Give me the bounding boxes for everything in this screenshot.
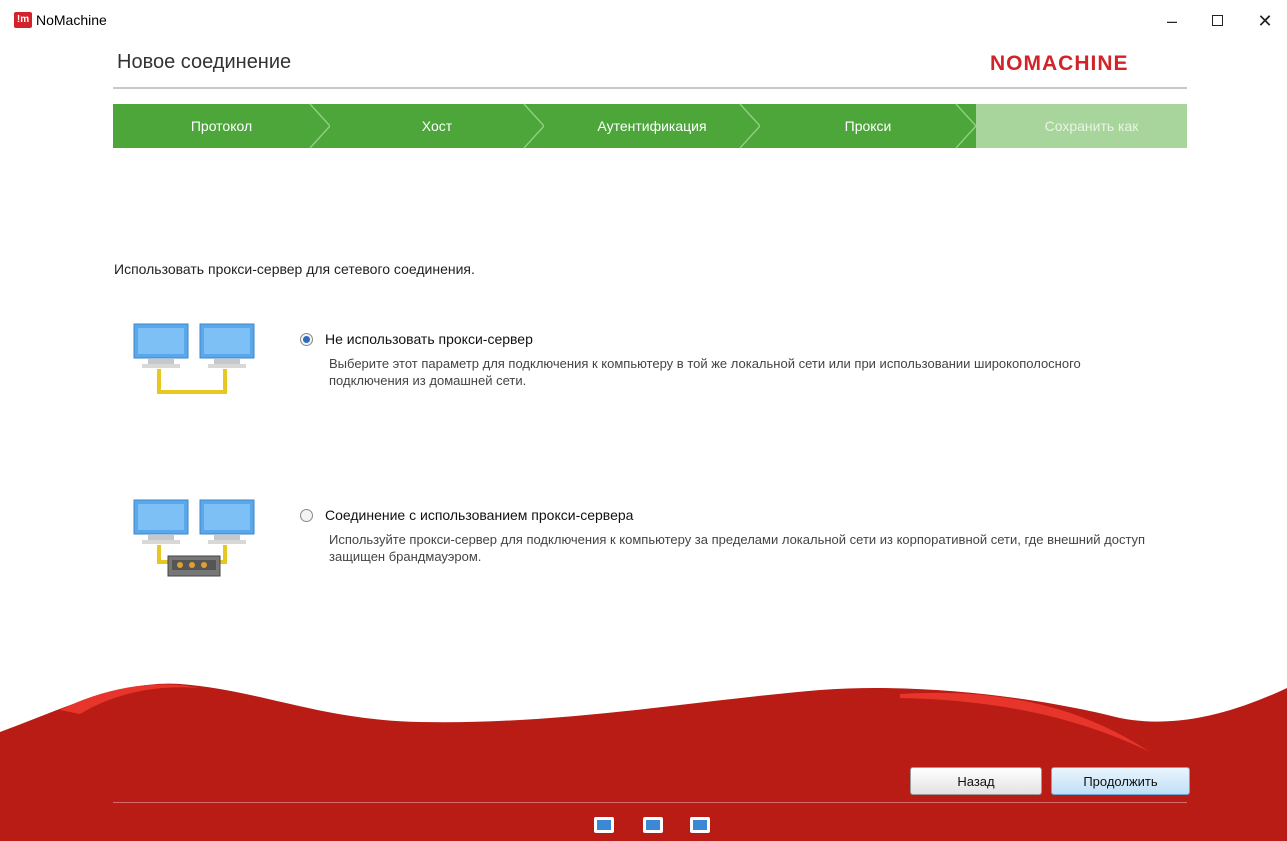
step-label: Сохранить как xyxy=(1044,118,1139,134)
step-chevron-icon xyxy=(739,103,762,149)
radio-use-proxy[interactable] xyxy=(300,509,313,522)
step-label: Хост xyxy=(421,118,453,134)
fullscreen-icon[interactable] xyxy=(594,817,614,833)
radio-no-proxy[interactable] xyxy=(300,333,313,346)
option-title: Соединение с использованием прокси-серве… xyxy=(325,507,634,523)
step-save-as: Сохранить как xyxy=(976,104,1187,148)
nomachine-logo-icon: !m xyxy=(14,12,32,28)
option-description: Выберите этот параметр для подключения к… xyxy=(329,356,1081,388)
step-label: Прокси xyxy=(844,118,892,134)
continue-button[interactable]: Продолжить xyxy=(1051,767,1190,795)
step-host: Хост xyxy=(330,103,546,149)
title-bar: !m NoMachine – ✕ xyxy=(0,0,1287,40)
window-title: NoMachine xyxy=(36,12,107,28)
page-title: Новое соединение xyxy=(117,51,292,73)
close-button[interactable]: ✕ xyxy=(1250,8,1280,34)
header-divider xyxy=(113,87,1187,89)
proxy-computers-icon xyxy=(133,499,255,577)
maximize-button[interactable] xyxy=(1202,8,1232,34)
display-settings-icon[interactable] xyxy=(643,817,663,833)
step-chevron-icon xyxy=(523,103,546,149)
step-label: Протокол xyxy=(190,118,253,134)
footer-divider xyxy=(113,802,1187,803)
step-authentication: Аутентификация xyxy=(544,103,762,149)
back-button[interactable]: Назад xyxy=(910,767,1042,795)
step-chevron-icon xyxy=(309,103,332,149)
step-label: Аутентификация xyxy=(597,118,707,134)
option-use-proxy[interactable]: Соединение с использованием прокси-серве… xyxy=(130,496,1150,577)
proxy-intro-text: Использовать прокси-сервер для сетевого … xyxy=(114,261,475,277)
minimize-button[interactable]: – xyxy=(1157,8,1187,34)
maximize-icon xyxy=(1211,15,1223,27)
window-icon[interactable] xyxy=(690,817,710,833)
step-proxy: Прокси xyxy=(760,103,978,149)
option-description: Используйте прокси-сервер для подключени… xyxy=(329,532,1146,564)
footer-red-wave xyxy=(0,683,1287,841)
option-no-proxy[interactable]: Не использовать прокси-сервер Выберите э… xyxy=(130,320,1150,400)
option-title: Не использовать прокси-сервер xyxy=(325,331,533,347)
nomachine-brand-logo: NOMACHINE xyxy=(990,52,1129,75)
wizard-steps: Протокол Хост Аутентификация Прокси Сохр… xyxy=(113,103,1187,149)
two-computers-icon xyxy=(133,323,255,394)
step-protocol: Протокол xyxy=(113,103,332,149)
step-chevron-icon xyxy=(955,103,978,149)
